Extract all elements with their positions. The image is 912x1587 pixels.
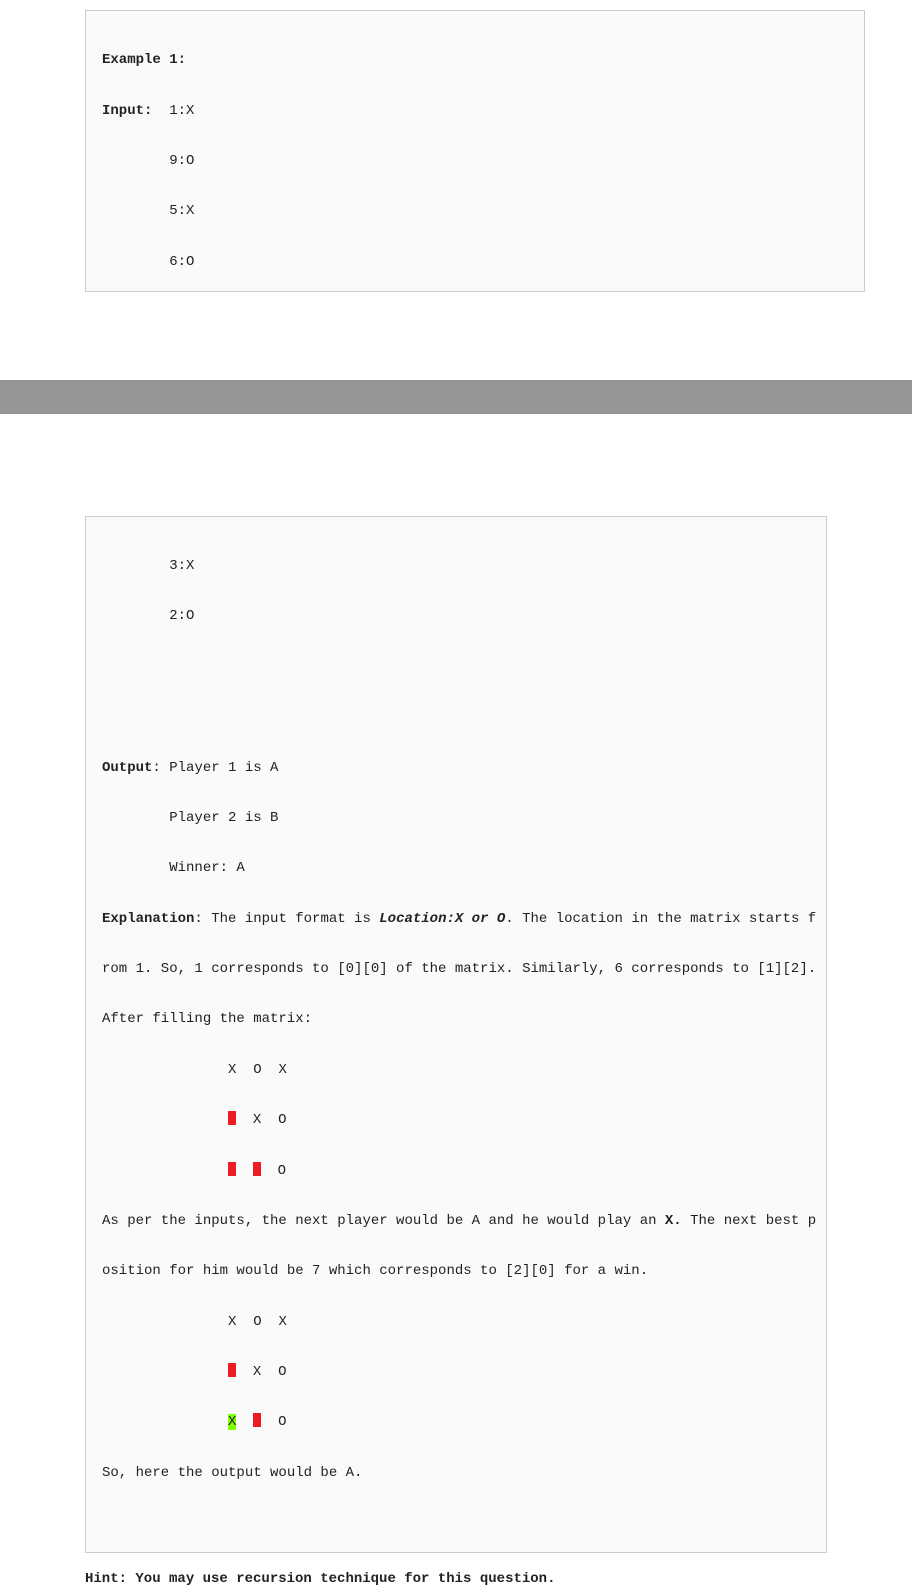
empty-cell-icon	[228, 1162, 236, 1176]
m1-r1-c: X	[278, 1062, 286, 1078]
empty-cell-icon	[253, 1413, 261, 1427]
empty-cell-icon	[253, 1162, 261, 1176]
output-block: 3:X 2:O Output: Player 1 is A Player 2 i…	[85, 516, 827, 1554]
m2-r3-c: O	[278, 1414, 286, 1430]
input-line-1: 1:X	[169, 103, 194, 119]
input-line-4: 6:O	[169, 254, 194, 270]
m2-r1-b: O	[253, 1314, 261, 1330]
mid3: osition for him would be 7 which corresp…	[102, 1263, 648, 1279]
exp-post1: . The location in the matrix starts f	[505, 911, 816, 927]
mid1: As per the inputs, the next player would…	[102, 1213, 665, 1229]
m2-r1-c: X	[278, 1314, 286, 1330]
m2-r3-a: X	[228, 1414, 236, 1430]
m1-r1-a: X	[228, 1062, 236, 1078]
m1-r1-b: O	[253, 1062, 261, 1078]
exp-post3: After filling the matrix:	[102, 1011, 312, 1027]
mid-x: X.	[665, 1213, 682, 1229]
hint-line: Hint: You may use recursion technique fo…	[85, 1571, 827, 1587]
explanation-label: Explanation	[102, 911, 194, 927]
input-line-3: 5:X	[169, 203, 194, 219]
m2-r2-c: O	[278, 1364, 286, 1380]
exp-post2: rom 1. So, 1 corresponds to [0][0] of th…	[102, 961, 816, 977]
example-block: Example 1: Input: 1:X 9:O 5:X 6:O	[85, 10, 865, 292]
exp-loc-fmt: Location:X or O	[379, 911, 505, 927]
m1-r2-c: O	[278, 1112, 286, 1128]
output-line-2: Player 2 is B	[169, 810, 278, 826]
m2-r1-a: X	[228, 1314, 236, 1330]
output-line-1: Player 1 is A	[169, 760, 278, 776]
example-label: Example 1:	[102, 52, 186, 68]
closing: So, here the output would be A.	[102, 1465, 362, 1481]
divider-band	[0, 380, 912, 414]
cont-line-1: 3:X	[169, 558, 194, 574]
input-label: Input:	[102, 103, 152, 119]
empty-cell-icon	[228, 1111, 236, 1125]
mid2: The next best p	[682, 1213, 816, 1229]
m1-r3-c: O	[278, 1163, 286, 1179]
m2-r2-b: X	[253, 1364, 261, 1380]
cont-line-2: 2:O	[169, 608, 194, 624]
output-line-3: Winner: A	[169, 860, 245, 876]
exp-pre: The input format is	[211, 911, 379, 927]
output-label: Output	[102, 760, 152, 776]
m1-r2-b: X	[253, 1112, 261, 1128]
empty-cell-icon	[228, 1363, 236, 1377]
input-line-2: 9:O	[169, 153, 194, 169]
